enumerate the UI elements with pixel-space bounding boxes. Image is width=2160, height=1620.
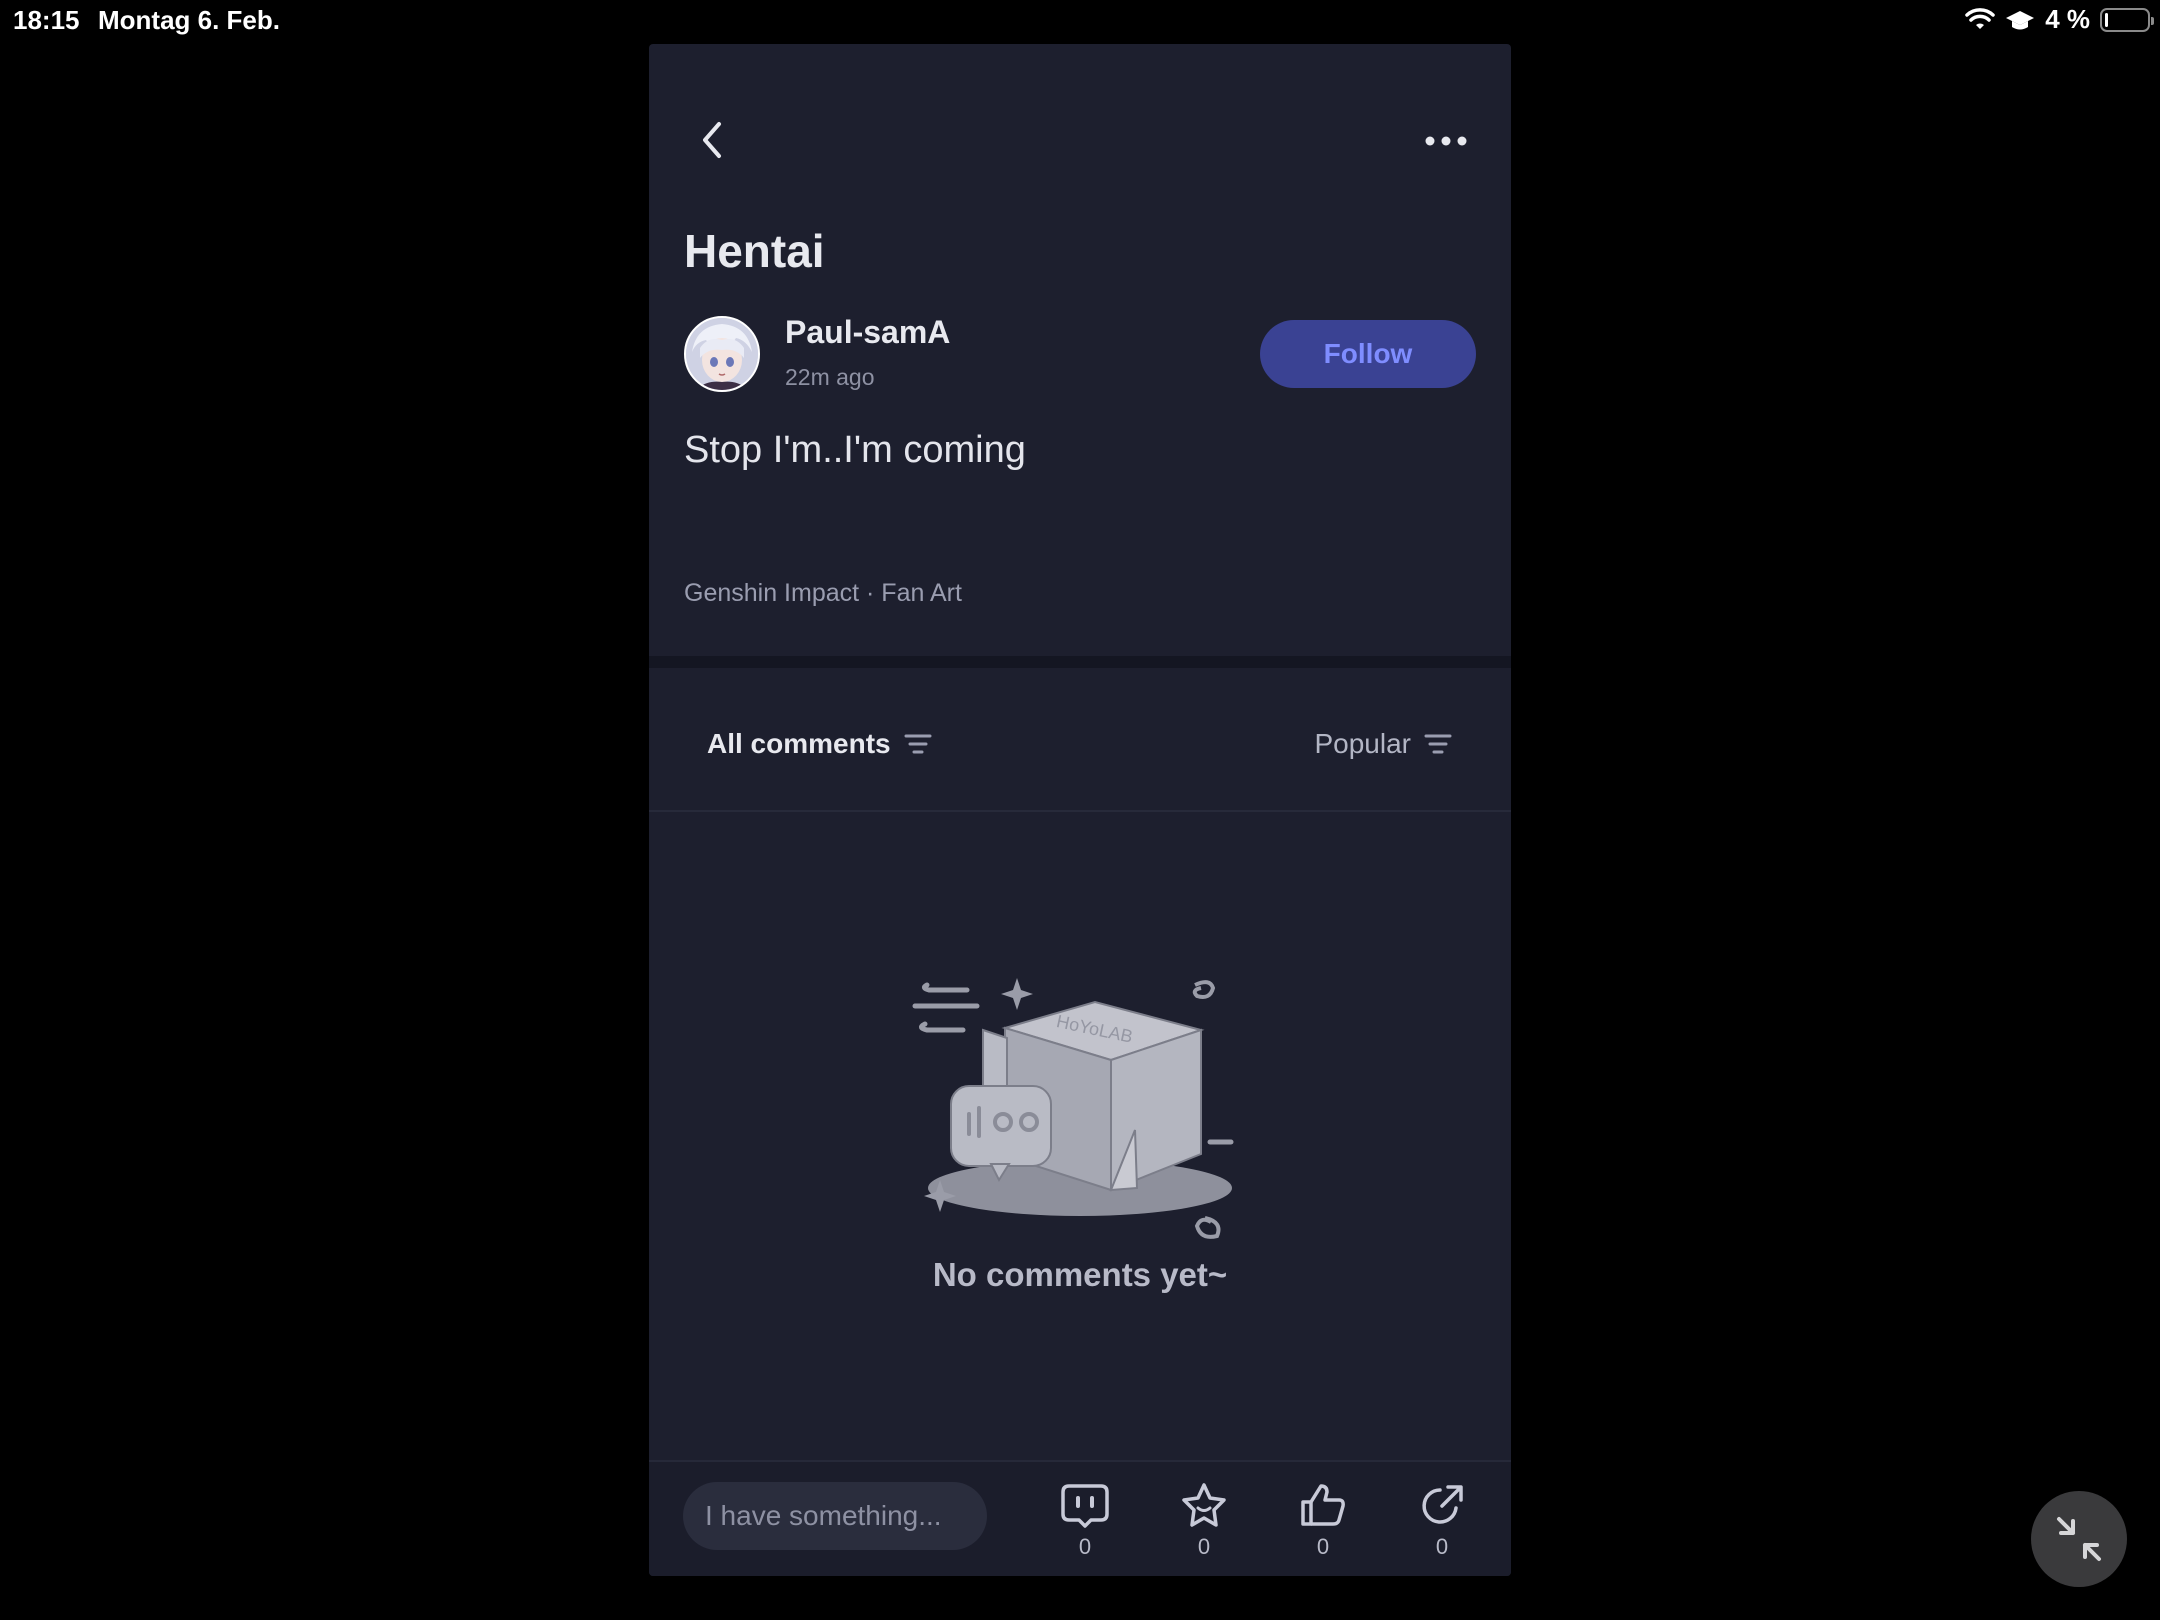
more-dots-icon [1425,136,1467,146]
sort-label: Popular [1314,728,1411,759]
thumbs-up-icon [1301,1484,1345,1526]
battery-icon [2100,7,2154,32]
empty-comments-text: No comments yet~ [932,1256,1228,1293]
author-avatar[interactable] [684,316,760,392]
avatar-image [686,318,758,390]
filter-icon [904,734,932,754]
share-action-button[interactable]: 0 [1402,1480,1482,1570]
status-time: 18:15 [13,5,80,35]
star-icon [1182,1483,1226,1527]
top-nav [649,44,1511,234]
status-right-group: 4 % [1965,4,2154,35]
post-tags[interactable]: Genshin Impact · Fan Art [684,579,962,608]
favorite-count: 0 [1197,1534,1211,1559]
post-title: Hentai [684,225,825,277]
comment-count: 0 [1078,1534,1092,1559]
comment-input[interactable] [683,1482,987,1550]
back-button[interactable] [689,116,737,164]
like-count: 0 [1316,1534,1330,1559]
post-body-text: Stop I'm..I'm coming [684,429,1026,471]
collapse-window-button[interactable] [2031,1491,2127,1587]
comments-header: All comments Popular [649,668,1511,812]
favorite-action-button[interactable]: 0 [1164,1480,1244,1570]
chevron-left-icon [703,122,721,158]
sort-popular-dropdown[interactable]: Popular [1314,728,1453,760]
sort-icon [1424,734,1452,754]
bottom-action-bar: 0 0 0 0 [649,1460,1511,1576]
section-divider [649,656,1511,668]
share-icon [1422,1485,1463,1524]
follow-button[interactable]: Follow [1260,320,1476,388]
wifi-icon [1965,7,1995,29]
all-comments-filter[interactable]: All comments [707,728,933,760]
graduation-cap-icon [2006,10,2035,29]
post-timestamp: 22m ago [785,364,875,390]
post-detail-panel: Hentai Paul-samA 22m ago Follow Stop I'm… [649,44,1511,1576]
more-options-button[interactable] [1421,126,1471,156]
share-count: 0 [1435,1534,1449,1559]
collapse-arrows-icon [2057,1517,2101,1561]
empty-box-illustration: HoYoLAB [912,978,1234,1239]
status-date: Montag 6. Feb. [98,5,280,35]
status-bar: 18:15 Montag 6. Feb. 4 % [0,0,2160,40]
author-name[interactable]: Paul-samA [785,314,950,351]
battery-percent: 4 % [2045,4,2090,34]
like-action-button[interactable]: 0 [1283,1480,1363,1570]
comment-icon [1061,1484,1109,1528]
all-comments-label: All comments [707,728,891,759]
comment-action-button[interactable]: 0 [1045,1480,1125,1570]
